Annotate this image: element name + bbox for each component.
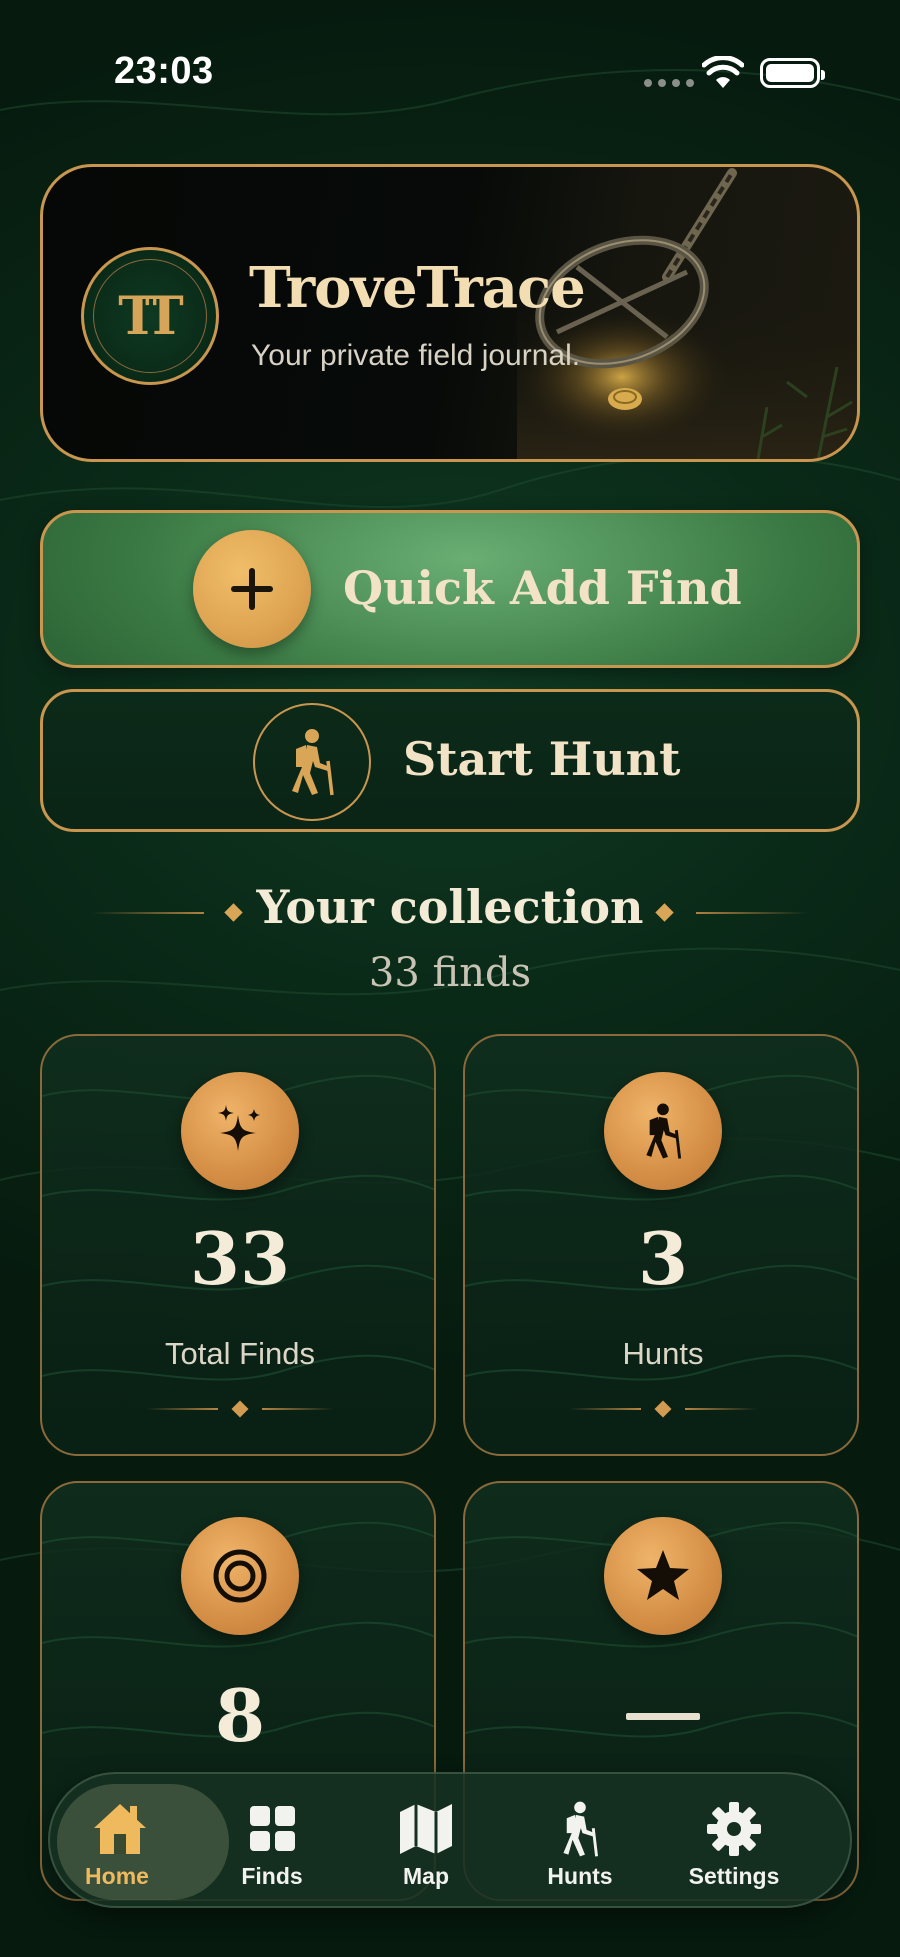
stat-value: 33 (189, 1216, 291, 1301)
card-divider (146, 1400, 334, 1418)
map-icon (400, 1804, 452, 1854)
stat-label: Hunts (622, 1336, 704, 1371)
tab-label: Map (403, 1863, 449, 1889)
tab-hunts[interactable]: Hunts (505, 1774, 655, 1910)
tab-label: Settings (688, 1863, 780, 1889)
hiker-icon (604, 1072, 722, 1190)
app-tagline: Your private field journal. (251, 339, 581, 372)
status-bar: 23:03 (0, 0, 900, 140)
tab-label: Finds (241, 1863, 303, 1889)
hiker-icon (253, 703, 371, 821)
empty-value-dash (626, 1713, 700, 1720)
home-icon (94, 1804, 146, 1854)
star-icon (604, 1517, 722, 1635)
tab-finds[interactable]: Finds (197, 1774, 347, 1910)
quick-add-label: Quick Add Find (343, 561, 742, 615)
tab-bar: Home Finds Map Hunts Settings (48, 1772, 852, 1908)
wifi-icon (702, 56, 744, 88)
app-header-card: TT TroveTrace Your private field journal… (40, 164, 860, 462)
app-logo: TT (81, 247, 219, 385)
target-icon (181, 1517, 299, 1635)
grid-icon (250, 1806, 295, 1851)
stat-card-total-finds[interactable]: 33 Total Finds (40, 1034, 436, 1456)
heading-divider-right (696, 912, 808, 914)
app-title: TroveTrace (249, 255, 586, 321)
sparkles-icon (181, 1072, 299, 1190)
stat-card-hunts[interactable]: 3 Hunts (463, 1034, 859, 1456)
stat-value: 8 (214, 1673, 266, 1758)
start-hunt-button[interactable]: Start Hunt (40, 689, 860, 832)
stat-value: 3 (637, 1216, 689, 1301)
tab-label: Home (85, 1863, 149, 1889)
start-hunt-label: Start Hunt (403, 732, 681, 786)
collection-title: Your collection (256, 880, 644, 934)
stat-label: Total Finds (165, 1336, 315, 1371)
tab-settings[interactable]: Settings (659, 1774, 809, 1910)
tab-home[interactable]: Home (50, 1774, 229, 1910)
tab-label: Hunts (547, 1863, 613, 1889)
tab-map[interactable]: Map (351, 1774, 501, 1910)
plus-icon (193, 530, 311, 648)
cellular-signal-icon (644, 79, 694, 87)
collection-count: 33 finds (368, 950, 532, 996)
quick-add-find-button[interactable]: Quick Add Find (40, 510, 860, 668)
status-time: 23:03 (114, 50, 214, 92)
card-divider (569, 1400, 757, 1418)
gear-icon (707, 1802, 761, 1856)
battery-icon (760, 58, 825, 88)
hiker-icon (563, 1801, 599, 1857)
